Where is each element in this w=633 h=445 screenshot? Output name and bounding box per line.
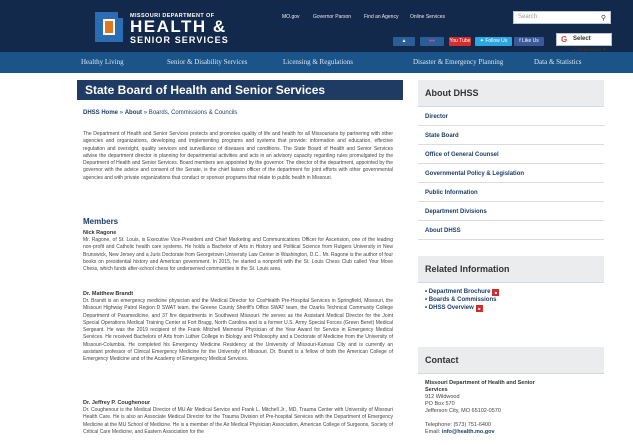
breadcrumb-home[interactable]: DHSS Home bbox=[83, 110, 118, 116]
contact-address-line2: PO Box 570 bbox=[425, 401, 455, 407]
contact-org-line2: Services bbox=[425, 387, 448, 393]
related-link-overview[interactable]: • DHSS Overview ■ bbox=[425, 305, 483, 312]
nav-senior-disability[interactable]: Senior & Disability Services bbox=[167, 58, 247, 66]
breadcrumb-sep: » bbox=[119, 110, 124, 116]
related-link-brochure[interactable]: • Department Brochure ■ bbox=[425, 289, 500, 296]
top-link-find-agency[interactable]: Find an Agency bbox=[364, 14, 398, 20]
sidebar-link-general-counsel[interactable]: Office of General Counsel bbox=[418, 146, 604, 164]
main-nav: Healthy Living Senior & Disability Servi… bbox=[0, 52, 633, 73]
sidebar-link-label: Department Divisions bbox=[425, 209, 487, 215]
member-bio: Dr. Coughenour is the Medical Director o… bbox=[83, 407, 393, 435]
search-input[interactable]: Search ⚲ bbox=[513, 11, 611, 24]
member-name: Dr. Matthew Brandt bbox=[83, 291, 134, 297]
sidebar-link-director[interactable]: Director bbox=[418, 108, 604, 126]
contact-address-line1: 912 Wildwood bbox=[425, 394, 460, 400]
page-title-bar: State Board of Health and Senior Service… bbox=[77, 80, 403, 100]
facebook-label: Like Us bbox=[522, 38, 539, 44]
intro-paragraph: The Department of Health and Senior Serv… bbox=[83, 131, 393, 181]
page-title: State Board of Health and Senior Service… bbox=[85, 83, 326, 97]
facebook-like-button[interactable]: f Like Us bbox=[514, 37, 544, 46]
contact-email-link[interactable]: info@health.mo.gov bbox=[442, 429, 495, 435]
sidebar-link-label: State Board bbox=[425, 133, 459, 139]
nav-data-statistics[interactable]: Data & Statistics bbox=[534, 58, 581, 66]
related-link-label: Department Brochure bbox=[428, 289, 491, 295]
member-name: Dr. Jeffrey P. Coughenour bbox=[83, 400, 151, 406]
top-link-mo-gov[interactable]: MO.gov bbox=[282, 14, 300, 20]
sidebar-link-department-divisions[interactable]: Department Divisions bbox=[418, 203, 604, 221]
contact-phone: Telephone: (573) 751-6400 bbox=[425, 422, 492, 428]
language-select-label: Select Language bbox=[573, 36, 602, 53]
contact-address-line3: Jefferson City, MO 65102-0570 bbox=[425, 408, 501, 414]
contact-org-line1: Missouri Department of Health and Senior bbox=[425, 380, 535, 386]
nav-healthy-living[interactable]: Healthy Living bbox=[81, 58, 124, 66]
sidebar-link-label: Director bbox=[425, 114, 449, 120]
twitter-follow-button[interactable]: ✦ Follow Us bbox=[475, 37, 512, 46]
related-link-label: Boards & Commissions bbox=[428, 297, 497, 303]
breadcrumb: DHSS Home » About » Boards, Commissions … bbox=[83, 110, 237, 116]
contact-heading-text: Contact bbox=[425, 355, 459, 365]
nav-licensing[interactable]: Licensing & Regulations bbox=[283, 58, 353, 66]
related-info-heading: Related Information bbox=[418, 256, 604, 283]
google-translate-icon: G bbox=[561, 35, 568, 44]
top-link-governor[interactable]: Governor Parson bbox=[313, 14, 351, 20]
brand-sub-text: SENIOR SERVICES bbox=[130, 35, 229, 45]
language-select[interactable]: G Select Language ▾ bbox=[556, 33, 612, 53]
about-dhss-heading-text: About DHSS bbox=[425, 88, 479, 98]
home-icon[interactable]: ▲ bbox=[393, 37, 415, 46]
top-link-online-services[interactable]: Online Services bbox=[410, 14, 445, 20]
flickr-icon[interactable]: ●● bbox=[420, 37, 444, 46]
sidebar-link-label: About DHSS bbox=[425, 228, 461, 234]
missouri-state-logo-icon[interactable] bbox=[92, 8, 126, 46]
contact-heading: Contact bbox=[418, 347, 604, 374]
member-name: Nick Ragone bbox=[83, 230, 117, 236]
search-placeholder: Search bbox=[518, 14, 538, 20]
about-dhss-heading: About DHSS bbox=[418, 80, 604, 107]
search-icon[interactable]: ⚲ bbox=[601, 14, 606, 22]
breadcrumb-current: Boards, Commissions & Councils bbox=[148, 110, 238, 116]
related-link-label: DHSS Overview bbox=[428, 305, 474, 311]
contact-email-line: Email: info@health.mo.gov bbox=[425, 429, 495, 435]
site-header: MISSOURI DEPARTMENT OF HEALTH & SENIOR S… bbox=[0, 0, 633, 53]
sidebar-link-about-dhss[interactable]: About DHSS bbox=[418, 222, 604, 240]
sidebar-link-label: Governmental Policy & Legislation bbox=[425, 171, 525, 177]
twitter-label: Follow Us bbox=[485, 38, 508, 44]
related-link-boards[interactable]: • Boards & Commissions bbox=[425, 297, 496, 303]
member-bio: Dr. Brandt is an emergency medicine phys… bbox=[83, 298, 393, 363]
members-heading: Members bbox=[83, 217, 119, 226]
brand-main-text: HEALTH & bbox=[130, 17, 227, 36]
youtube-icon[interactable]: You Tube bbox=[449, 37, 471, 46]
sidebar-link-label: Public Information bbox=[425, 190, 478, 196]
sidebar-link-label: Office of General Counsel bbox=[425, 152, 499, 158]
contact-email-label: Email: bbox=[425, 429, 441, 435]
member-bio: Mr. Ragone, of St. Louis, is Executive V… bbox=[83, 237, 393, 273]
breadcrumb-about[interactable]: About bbox=[125, 110, 142, 116]
pdf-icon: ■ bbox=[475, 305, 483, 312]
nav-disaster[interactable]: Disaster & Emergency Planning bbox=[413, 58, 503, 66]
sidebar-link-state-board[interactable]: State Board bbox=[418, 127, 604, 145]
related-info-heading-text: Related Information bbox=[425, 264, 510, 274]
pdf-icon: ■ bbox=[492, 289, 500, 296]
sidebar-link-governmental-policy[interactable]: Governmental Policy & Legislation bbox=[418, 165, 604, 183]
breadcrumb-sep: » bbox=[143, 110, 148, 116]
sidebar-link-public-information[interactable]: Public Information bbox=[418, 184, 604, 202]
